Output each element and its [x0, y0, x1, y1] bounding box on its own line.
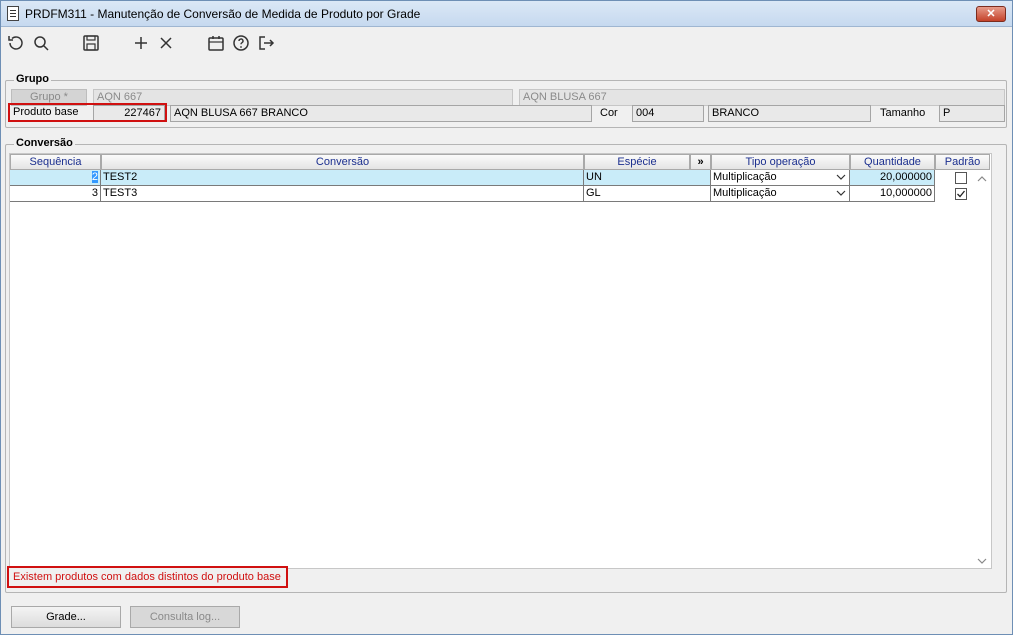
- cor-label: Cor: [600, 107, 618, 119]
- search-icon[interactable]: [31, 33, 51, 53]
- padrao-checkbox[interactable]: [955, 188, 967, 200]
- cell-sequencia[interactable]: 2: [10, 170, 101, 186]
- cell-padrao: [935, 186, 990, 202]
- table-row[interactable]: 2 TEST2 UN Multiplicação 20,000000: [10, 170, 993, 186]
- produto-base-highlight: [8, 103, 167, 122]
- add-icon[interactable]: [131, 33, 151, 53]
- title-bar: PRDFM311 - Manutenção de Conversão de Me…: [1, 1, 1012, 27]
- cor-field[interactable]: 004: [632, 105, 704, 122]
- checkmark-icon: [957, 190, 966, 198]
- tamanho-field[interactable]: P: [939, 105, 1005, 122]
- col-conversao[interactable]: Conversão: [101, 154, 584, 170]
- app-window: PRDFM311 - Manutenção de Conversão de Me…: [0, 0, 1013, 635]
- cor-desc-field: BRANCO: [708, 105, 871, 122]
- grupo-desc-field: AQN BLUSA 667: [519, 89, 1005, 106]
- col-especie[interactable]: Espécie: [584, 154, 690, 170]
- cell-tipo-operacao[interactable]: Multiplicação: [711, 186, 850, 202]
- scroll-down-icon[interactable]: [977, 556, 987, 566]
- cell-especie[interactable]: UN: [584, 170, 711, 186]
- conversao-grid: Sequência Conversão Espécie » Tipo opera…: [9, 153, 992, 569]
- produto-base-desc-field: AQN BLUSA 667 BRANCO: [170, 105, 592, 122]
- cell-especie[interactable]: GL: [584, 186, 711, 202]
- scroll-up-icon[interactable]: [977, 174, 987, 184]
- expand-columns-button[interactable]: »: [690, 154, 711, 170]
- chevron-down-icon[interactable]: [836, 187, 846, 199]
- col-quantidade[interactable]: Quantidade: [850, 154, 935, 170]
- cell-conversao[interactable]: TEST2: [101, 170, 584, 186]
- tamanho-label: Tamanho: [880, 107, 926, 119]
- close-button[interactable]: ✕: [976, 6, 1006, 22]
- help-icon[interactable]: [231, 33, 251, 53]
- col-padrao[interactable]: Padrão: [935, 154, 990, 170]
- calendar-icon[interactable]: [206, 33, 226, 53]
- document-icon: [7, 6, 19, 21]
- cell-quantidade[interactable]: 10,000000: [850, 186, 935, 202]
- exit-icon[interactable]: [256, 33, 276, 53]
- col-sequencia[interactable]: Sequência: [10, 154, 101, 170]
- cell-tipo-operacao[interactable]: Multiplicação: [711, 170, 850, 186]
- save-icon[interactable]: [81, 33, 101, 53]
- grupo-legend: Grupo: [14, 73, 51, 85]
- window-title: PRDFM311 - Manutenção de Conversão de Me…: [25, 7, 421, 21]
- toolbar: [1, 28, 1012, 58]
- grid-header: Sequência Conversão Espécie » Tipo opera…: [10, 154, 993, 170]
- consulta-log-button[interactable]: Consulta log...: [130, 606, 240, 628]
- conversao-legend: Conversão: [14, 137, 75, 149]
- cell-sequencia[interactable]: 3: [10, 186, 101, 202]
- grade-button[interactable]: Grade...: [11, 606, 121, 628]
- chevron-down-icon[interactable]: [836, 171, 846, 183]
- col-tipo-operacao[interactable]: Tipo operação: [711, 154, 850, 170]
- cell-quantidade[interactable]: 20,000000: [850, 170, 935, 186]
- table-row[interactable]: 3 TEST3 GL Multiplicação 10,000000: [10, 186, 993, 202]
- delete-icon[interactable]: [156, 33, 176, 53]
- cell-conversao[interactable]: TEST3: [101, 186, 584, 202]
- padrao-checkbox[interactable]: [955, 172, 967, 184]
- status-message: Existem produtos com dados distintos do …: [7, 566, 288, 588]
- refresh-icon[interactable]: [6, 33, 26, 53]
